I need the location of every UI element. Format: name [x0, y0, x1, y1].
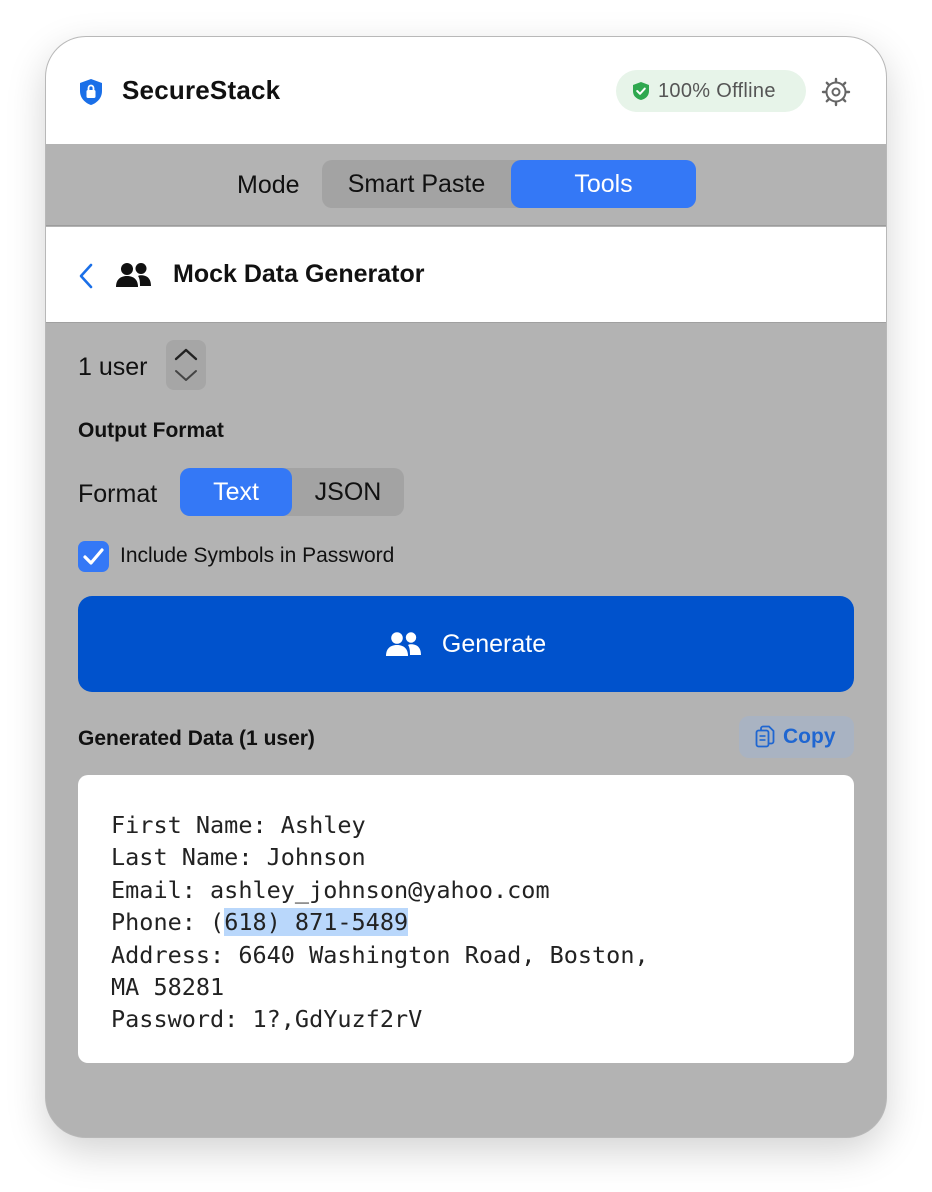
mode-smart-paste-button[interactable]: Smart Paste — [322, 160, 511, 208]
output-password: Password: 1?,GdYuzf2rV — [111, 1005, 423, 1034]
copy-button[interactable]: Copy — [739, 716, 854, 758]
mode-bar: Mode Smart Paste Tools — [46, 144, 886, 226]
app-window: SecureStack 100% Offline Mode Smart Past… — [46, 37, 886, 1137]
output-last-name: Last Name: Johnson — [111, 843, 366, 872]
format-segmented-control: Text JSON — [180, 468, 404, 516]
text-selection: 618) 871-5489 — [224, 908, 409, 937]
shield-icon — [80, 79, 102, 105]
copy-button-label: Copy — [783, 725, 836, 748]
generated-data-heading: Generated Data (1 user) — [78, 727, 315, 750]
mode-segmented-control: Smart Paste Tools — [322, 160, 696, 208]
include-symbols-checkbox[interactable] — [78, 541, 109, 572]
user-count-stepper[interactable] — [166, 340, 206, 390]
checkmark-icon — [83, 548, 104, 565]
format-json-button[interactable]: JSON — [292, 468, 404, 516]
gear-icon[interactable] — [821, 77, 851, 107]
output-address-line-2: MA 58281 — [111, 972, 225, 1001]
output-phone-prefix: Phone: ( — [111, 908, 225, 937]
copy-icon — [755, 725, 775, 748]
output-address-line-1: Address: 6640 Washington Road, Boston, — [111, 940, 649, 969]
output-first-name: First Name: Ashley — [111, 811, 366, 839]
chevron-left-icon[interactable] — [78, 263, 94, 289]
mode-tools-button[interactable]: Tools — [511, 160, 696, 208]
check-shield-icon — [633, 82, 649, 100]
chevron-down-icon[interactable] — [174, 369, 198, 383]
output-format-heading: Output Format — [78, 419, 224, 442]
generated-data-output[interactable]: First Name: Ashley Last Name: Johnson Em… — [78, 775, 854, 1063]
chevron-up-icon[interactable] — [174, 347, 198, 361]
format-label: Format — [78, 480, 158, 508]
mode-label: Mode — [237, 171, 300, 199]
page-title: Mock Data Generator — [173, 260, 425, 288]
generate-button-label: Generate — [441, 629, 547, 658]
tool-header: Mock Data Generator — [46, 227, 886, 323]
output-phone: Phone: (618) 871-5489 — [111, 906, 854, 938]
format-text-button[interactable]: Text — [180, 468, 292, 516]
offline-badge: 100% Offline — [616, 70, 806, 112]
user-count-label: 1 user — [78, 353, 148, 381]
generate-button[interactable]: Generate — [78, 596, 854, 692]
include-symbols-label: Include Symbols in Password — [120, 544, 395, 567]
offline-badge-label: 100% Offline — [658, 79, 776, 102]
app-title: SecureStack — [122, 75, 281, 105]
users-icon — [385, 632, 421, 656]
output-email: Email: ashley_johnson@yahoo.com — [111, 875, 550, 904]
users-icon — [116, 263, 151, 287]
title-bar: SecureStack 100% Offline — [46, 37, 886, 144]
